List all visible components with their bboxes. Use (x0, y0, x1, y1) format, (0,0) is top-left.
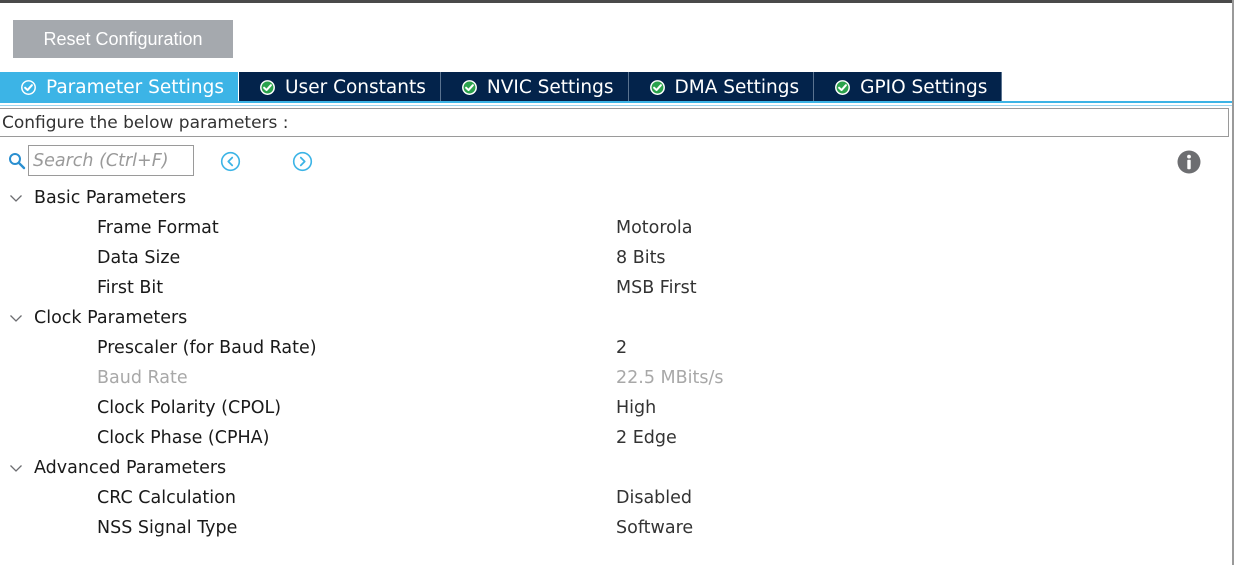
param-name: First Bit (97, 278, 164, 298)
group-label: Advanced Parameters (34, 458, 227, 478)
check-circle-icon (649, 79, 665, 95)
param-value[interactable]: MSB First (616, 273, 697, 303)
group-clock-parameters[interactable]: Clock Parameters (0, 303, 1230, 333)
tab-nvic-settings[interactable]: NVIC Settings (440, 72, 629, 102)
configure-parameters-label: Configure the below parameters : (0, 108, 1229, 137)
param-value[interactable]: 8 Bits (616, 243, 666, 273)
param-row-clock-phase[interactable]: Clock Phase (CPHA) 2 Edge (0, 423, 1230, 453)
param-name: NSS Signal Type (97, 518, 238, 538)
settings-tab-bar: Parameter Settings User Constants NVIC S… (0, 72, 1003, 102)
tab-underline (0, 101, 1232, 103)
param-value[interactable]: Disabled (616, 483, 692, 513)
top-divider (0, 0, 1232, 3)
search-icon (9, 153, 26, 170)
tab-label: Parameter Settings (46, 76, 225, 98)
param-value[interactable]: 2 Edge (616, 423, 677, 453)
tab-dma-settings[interactable]: DMA Settings (628, 72, 815, 102)
chevron-down-icon[interactable] (9, 311, 23, 325)
param-name: Clock Phase (CPHA) (97, 428, 270, 448)
check-circle-icon (835, 79, 851, 95)
param-row-clock-polarity[interactable]: Clock Polarity (CPOL) High (0, 393, 1230, 423)
group-label: Basic Parameters (34, 188, 187, 208)
check-circle-icon (21, 79, 36, 95)
info-icon[interactable] (1177, 150, 1201, 174)
group-advanced-parameters[interactable]: Advanced Parameters (0, 453, 1230, 483)
param-row-frame-format[interactable]: Frame Format Motorola (0, 213, 1230, 243)
search-input[interactable] (28, 145, 194, 176)
param-value[interactable]: Software (616, 513, 693, 543)
param-value[interactable]: 2 (616, 333, 627, 363)
spi-configuration-panel: Reset Configuration Parameter Settings U… (0, 0, 1237, 565)
tab-label: NVIC Settings (486, 76, 614, 98)
check-circle-icon (461, 79, 477, 95)
group-label: Clock Parameters (34, 308, 188, 328)
tab-gpio-settings[interactable]: GPIO Settings (814, 72, 1003, 102)
parameter-tree: Basic Parameters Frame Format Motorola D… (0, 183, 1230, 543)
chevron-down-icon[interactable] (9, 461, 23, 475)
param-row-baud-rate: Baud Rate 22.5 MBits/s (0, 363, 1230, 393)
param-value[interactable]: High (616, 393, 656, 423)
tab-label: DMA Settings (674, 76, 800, 98)
reset-configuration-button[interactable]: Reset Configuration (13, 20, 233, 58)
chevron-right-circle-icon[interactable] (292, 151, 313, 172)
chevron-left-circle-icon[interactable] (220, 151, 241, 172)
tab-underline-secondary (0, 105, 1232, 106)
param-name: Data Size (97, 248, 181, 268)
param-row-prescaler[interactable]: Prescaler (for Baud Rate) 2 (0, 333, 1230, 363)
tab-label: GPIO Settings (860, 76, 988, 98)
param-name: Baud Rate (97, 368, 188, 388)
param-value: 22.5 MBits/s (616, 368, 724, 388)
param-row-data-size[interactable]: Data Size 8 Bits (0, 243, 1230, 273)
tab-parameter-settings[interactable]: Parameter Settings (0, 72, 240, 102)
chevron-down-icon[interactable] (9, 191, 23, 205)
param-value[interactable]: Motorola (616, 213, 692, 243)
tab-label: User Constants (285, 76, 426, 98)
param-row-first-bit[interactable]: First Bit MSB First (0, 273, 1230, 303)
param-row-crc-calculation[interactable]: CRC Calculation Disabled (0, 483, 1230, 513)
param-name: Prescaler (for Baud Rate) (97, 338, 317, 358)
right-scrollbar-edge (1232, 0, 1234, 565)
param-name: Clock Polarity (CPOL) (97, 398, 282, 418)
check-circle-icon (260, 79, 275, 95)
param-name: CRC Calculation (97, 488, 236, 508)
param-row-nss-signal-type[interactable]: NSS Signal Type Software (0, 513, 1230, 543)
group-basic-parameters[interactable]: Basic Parameters (0, 183, 1230, 213)
tab-user-constants[interactable]: User Constants (239, 72, 441, 102)
param-name: Frame Format (97, 218, 219, 238)
